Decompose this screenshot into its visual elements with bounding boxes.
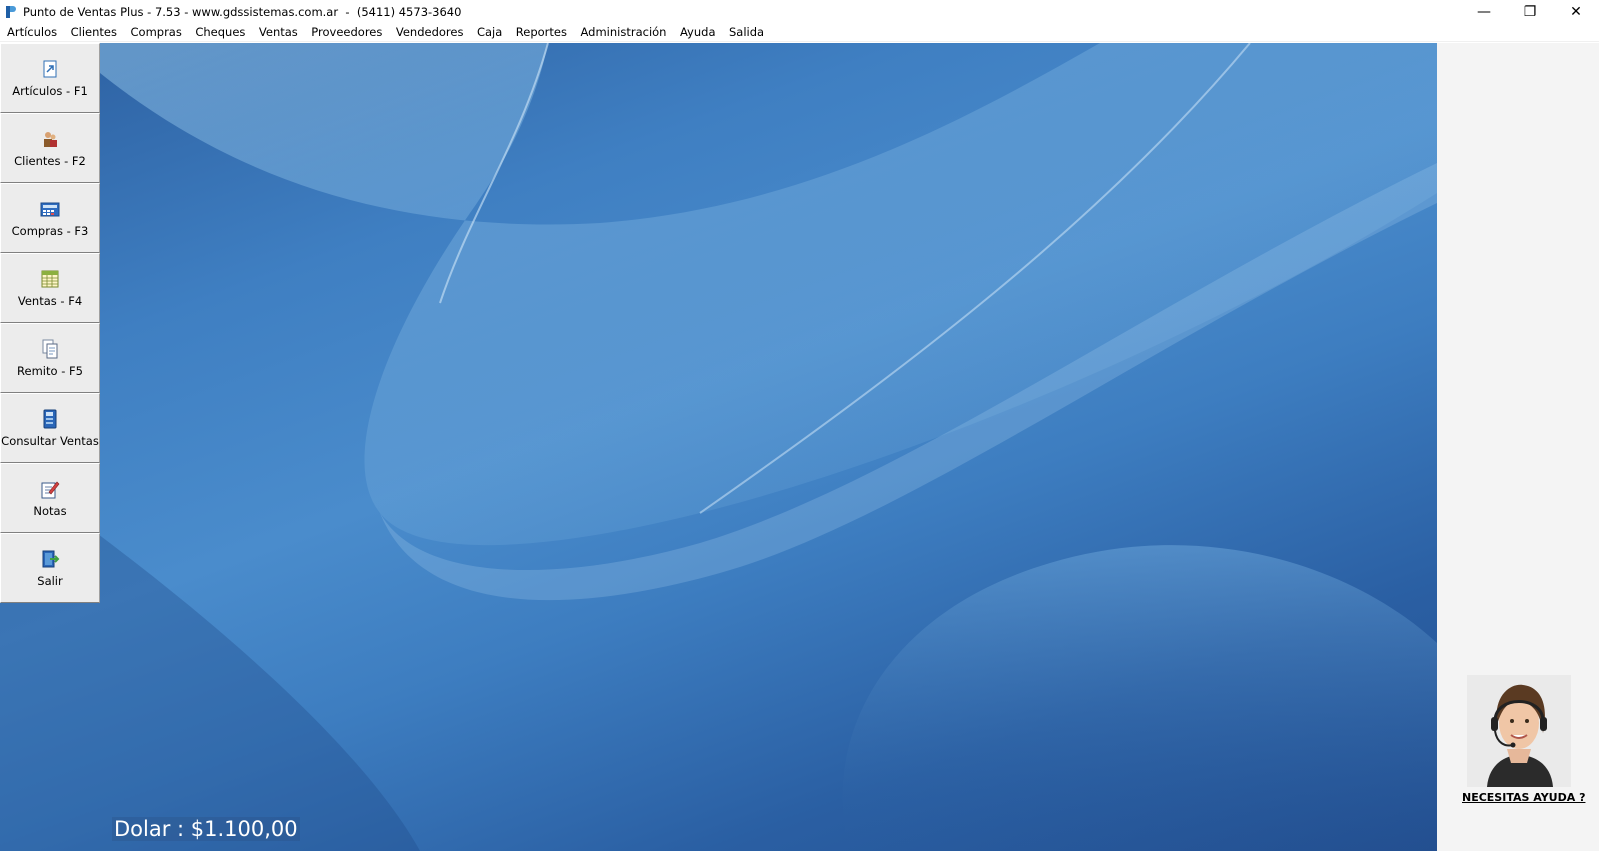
menu-compras[interactable]: Compras [131, 25, 182, 39]
support-agent-illustration [1467, 675, 1571, 787]
remito-button[interactable]: Remito - F5 [0, 323, 100, 393]
users-icon [44, 131, 57, 147]
minimize-button[interactable]: — [1461, 0, 1507, 23]
dollar-rate: Dolar : $1.100,00 [112, 817, 300, 841]
articulos-label: Artículos - F1 [12, 83, 88, 98]
document-arrow-icon [43, 60, 57, 77]
menu-cheques[interactable]: Cheques [195, 25, 245, 39]
shortcut-toolbar: Artículos - F1 Clientes - F2 Compras - F… [0, 43, 100, 603]
menu-salida[interactable]: Salida [729, 25, 764, 39]
clientes-button[interactable]: Clientes - F2 [0, 113, 100, 183]
menu-reportes[interactable]: Reportes [516, 25, 567, 39]
menu-clientes[interactable]: Clientes [71, 25, 117, 39]
menu-articulos[interactable]: Artículos [7, 25, 57, 39]
window-title: Punto de Ventas Plus - 7.53 - www.gdssis… [23, 4, 462, 19]
menu-caja[interactable]: Caja [477, 25, 502, 39]
articulos-button[interactable]: Artículos - F1 [0, 43, 100, 113]
notas-label: Notas [33, 503, 67, 518]
menu-vendedores[interactable]: Vendedores [396, 25, 464, 39]
book-icon [43, 409, 57, 428]
salir-label: Salir [37, 573, 63, 588]
pencil-note-icon [41, 481, 60, 498]
menu-ayuda[interactable]: Ayuda [680, 25, 716, 39]
desktop-background: Dolar : $1.100,00 [0, 43, 1437, 851]
wallpaper-waves [0, 43, 1437, 851]
help-link[interactable]: NECESITAS AYUDA ? [1462, 791, 1585, 804]
ventas-label: Ventas - F4 [17, 293, 83, 308]
restore-button[interactable]: ❐ [1507, 0, 1553, 23]
support-agent-image[interactable] [1467, 675, 1571, 787]
menu-ventas[interactable]: Ventas [259, 25, 298, 39]
menu-administracion[interactable]: Administración [581, 25, 667, 39]
menu-bar: Artículos Clientes Compras Cheques Venta… [0, 23, 1599, 42]
calculator-icon [40, 202, 60, 216]
ventas-button[interactable]: Ventas - F4 [0, 253, 100, 323]
documents-icon [42, 339, 58, 358]
compras-label: Compras - F3 [11, 223, 89, 238]
salir-button[interactable]: Salir [0, 533, 100, 603]
notas-button[interactable]: Notas [0, 463, 100, 533]
window-controls: — ❐ ✕ [1461, 0, 1599, 23]
consultar-ventas-label: Consultar Ventas [1, 433, 99, 448]
clientes-label: Clientes - F2 [14, 153, 86, 168]
close-button[interactable]: ✕ [1553, 0, 1599, 23]
consultar-ventas-button[interactable]: Consultar Ventas [0, 393, 100, 463]
compras-button[interactable]: Compras - F3 [0, 183, 100, 253]
exit-door-icon [42, 550, 60, 567]
remito-label: Remito - F5 [17, 363, 83, 378]
spreadsheet-icon [41, 270, 59, 287]
menu-proveedores[interactable]: Proveedores [311, 25, 382, 39]
app-logo-icon [5, 5, 17, 19]
title-bar: Punto de Ventas Plus - 7.53 - www.gdssis… [0, 0, 1599, 23]
